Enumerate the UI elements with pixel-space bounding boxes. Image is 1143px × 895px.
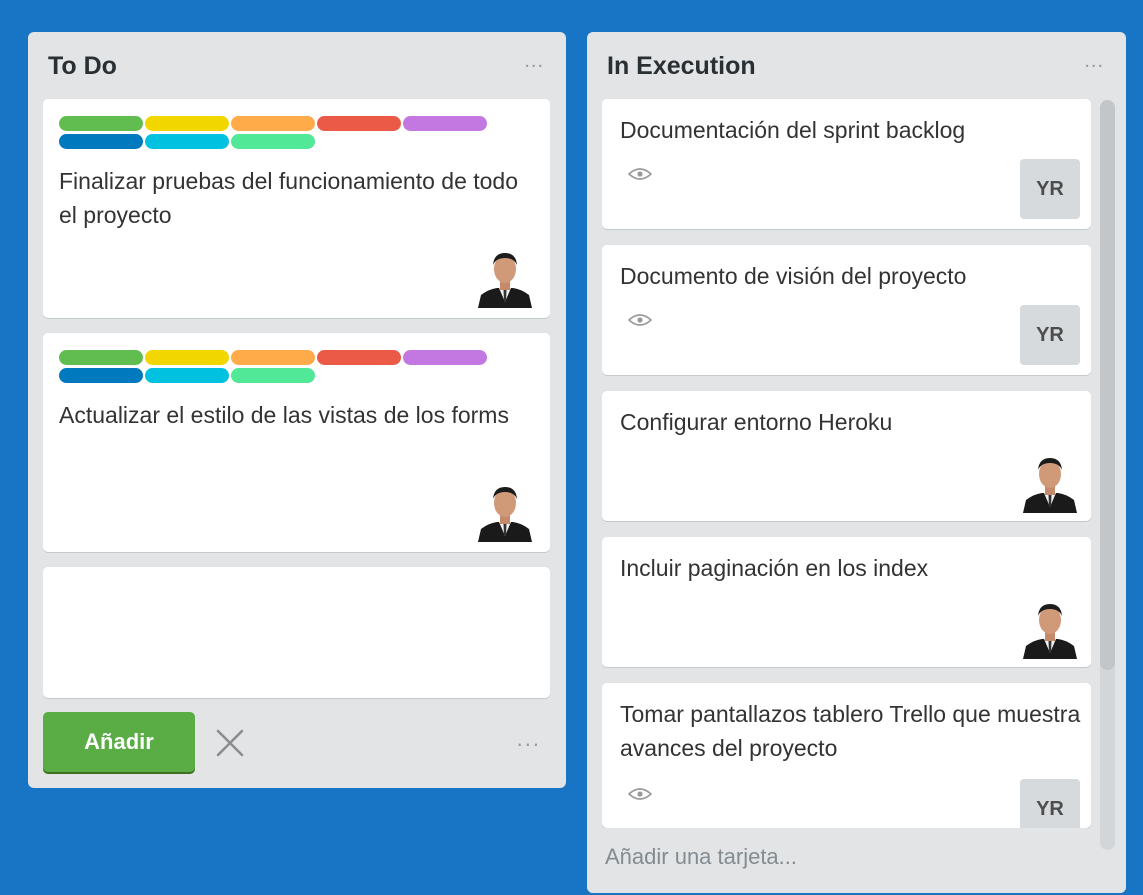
card-label[interactable] [403,350,487,365]
list-menu-button[interactable]: ... [1084,50,1104,73]
card-title: Finalizar pruebas del funcionamiento de … [59,168,519,228]
card-label[interactable] [59,134,143,149]
card-label[interactable] [231,368,315,383]
eye-icon [628,314,652,326]
card-title: Documento de visión del proyecto [620,263,967,289]
card-title: Tomar pantallazos tablero Trello que mue… [620,701,1081,761]
card-label[interactable] [403,116,487,131]
add-card-link[interactable]: Añadir una tarjeta... [605,844,797,870]
card-label[interactable] [145,134,229,149]
member-avatar[interactable] [1020,597,1080,659]
card-label[interactable] [59,116,143,131]
card-label[interactable] [145,116,229,131]
list-menu-button[interactable]: ... [524,50,544,73]
card-label[interactable] [145,368,229,383]
card-label[interactable] [231,134,315,149]
card[interactable]: Actualizar el estilo de las vistas de lo… [43,333,550,552]
card[interactable]: Configurar entorno Heroku [602,391,1091,521]
card-label[interactable] [145,350,229,365]
card-label[interactable] [317,350,401,365]
card[interactable]: Tomar pantallazos tablero Trello que mue… [602,683,1091,839]
card-title: Configurar entorno Heroku [620,409,893,435]
list-todo: To Do ... Finalizar pruebas del funciona… [28,32,566,788]
member-initials[interactable]: YR [1020,305,1080,365]
card-label[interactable] [59,350,143,365]
card-label[interactable] [59,368,143,383]
eye-icon [628,788,652,800]
member-initials[interactable]: YR [1020,159,1080,219]
close-icon[interactable] [214,727,246,759]
list-title[interactable]: In Execution [607,52,756,81]
eye-icon [628,168,652,180]
add-card-button[interactable]: Añadir [43,712,195,772]
card-label[interactable] [231,350,315,365]
card-title: Documentación del sprint backlog [620,117,966,143]
card-labels[interactable] [59,116,519,152]
list-title[interactable]: To Do [48,52,117,81]
scrollbar-thumb[interactable] [1100,100,1115,670]
card-label[interactable] [317,116,401,131]
card-labels[interactable] [59,350,519,386]
member-avatar[interactable] [475,246,535,308]
scrollbar[interactable] [1100,100,1115,850]
card-label[interactable] [231,116,315,131]
card-title: Incluir paginación en los index [620,555,929,581]
new-card-textarea[interactable] [43,567,550,698]
card[interactable]: Documento de visión del proyecto YR [602,245,1091,375]
member-avatar[interactable] [475,480,535,542]
card[interactable]: Finalizar pruebas del funcionamiento de … [43,99,550,318]
card[interactable]: Documentación del sprint backlog YR [602,99,1091,229]
list-in-execution: In Execution ... Documentación del sprin… [587,32,1126,893]
card[interactable]: Incluir paginación en los index [602,537,1091,667]
card-title: Actualizar el estilo de las vistas de lo… [59,402,509,428]
composer-menu-button[interactable]: ... [517,726,541,752]
member-avatar[interactable] [1020,451,1080,513]
